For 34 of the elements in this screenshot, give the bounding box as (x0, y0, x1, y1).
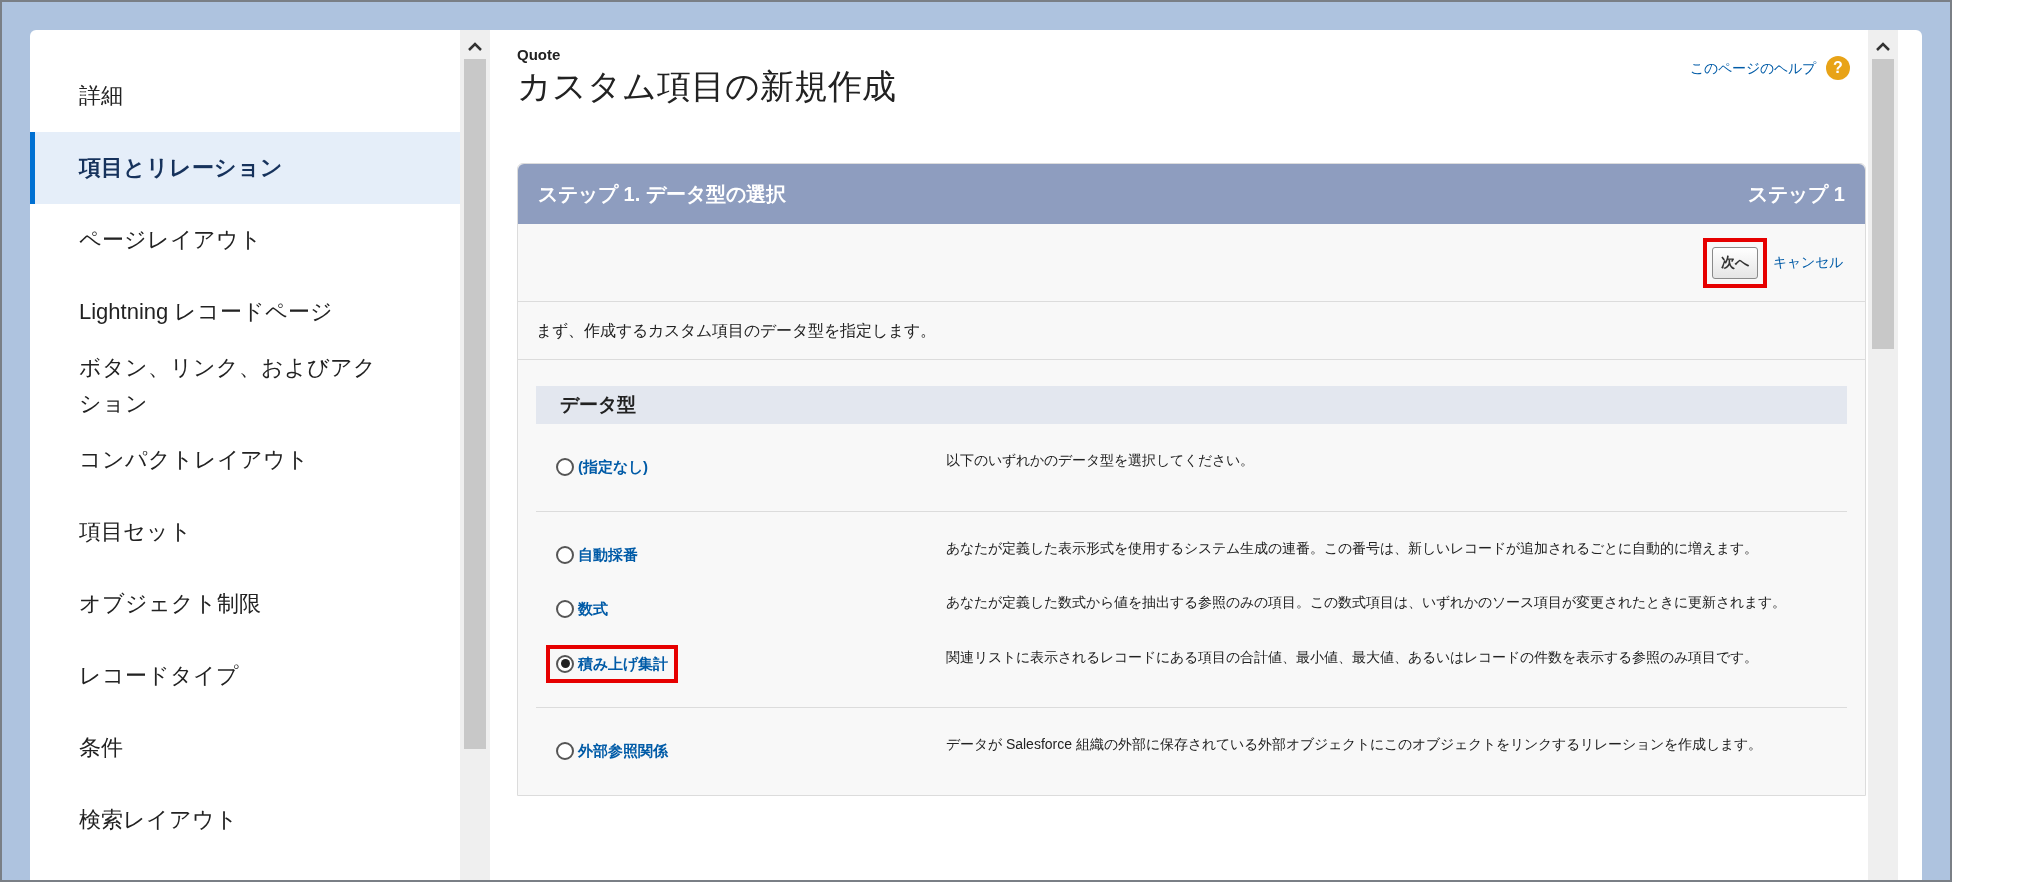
radio-option[interactable]: 積み上げ集計 (546, 644, 678, 683)
type-description: 関連リストに表示されるレコードにある項目の合計値、最小値、最大値、あるいはレコードの件数を表示する参照のみ項目です。 (946, 647, 1759, 667)
sidebar-item[interactable]: 詳細 (30, 60, 460, 132)
radio-option[interactable]: 外部参照関係 (546, 732, 678, 771)
sidebar-scrollbar[interactable] (460, 30, 490, 880)
sidebar-item[interactable]: 検索レイアウト (30, 784, 460, 856)
type-description: データが Salesforce 組織の外部に保存されている外部オブジェクトにこのオブジェクトをリンクするリレーションを作成します。 (946, 735, 1763, 754)
step-heading: ステップ 1. データ型の選択 (538, 182, 786, 207)
scroll-up-icon[interactable] (1876, 42, 1890, 51)
object-name: Quote (517, 46, 562, 64)
radio-option[interactable]: 自動採番 (546, 535, 648, 574)
sidebar-item[interactable]: ボタン、リンク、およびアクション (30, 348, 460, 424)
help-link[interactable]: このページのヘルプ (1690, 57, 1816, 79)
sidebar-item[interactable]: Lightning レコードページ (30, 276, 460, 348)
sidebar-item[interactable]: コンパクトレイアウト (30, 424, 460, 496)
step-label: ステップ 1 (1748, 182, 1845, 207)
type-description: 以下のいずれかのデータ型を選択してください。 (946, 451, 1255, 470)
sidebar-item[interactable]: 項目セット (30, 496, 460, 568)
cancel-link[interactable]: キャンセル (1773, 252, 1843, 273)
type-description: あなたが定義した数式から値を抽出する参照のみの項目。この数式項目は、いずれかのソース項目が変更されたときに更新されます。 (946, 593, 1787, 612)
sidebar-item[interactable]: ページレイアウト (30, 204, 460, 276)
sidebar-item[interactable]: オブジェクト制限 (30, 568, 460, 640)
main-scrollbar[interactable] (1868, 30, 1898, 880)
radio-option[interactable]: 数式 (546, 590, 618, 629)
page-title: カスタム項目の新規作成 (517, 66, 896, 107)
scroll-up-icon[interactable] (468, 42, 482, 51)
sidebar-item[interactable]: レコードタイプ (30, 640, 460, 712)
radio-option[interactable]: (指定なし) (546, 448, 658, 487)
section-header: データ型 (536, 386, 1847, 424)
next-button[interactable]: 次へ (1712, 246, 1758, 279)
type-description: あなたが定義した表示形式を使用するシステム生成の連番。この番号は、新しいレコードが追加されるごとに自動的に増えます。 (946, 538, 1759, 558)
sidebar-item[interactable]: 項目とリレーション (30, 132, 460, 204)
sidebar-item[interactable]: 条件 (30, 712, 460, 784)
instruction-text: まず、作成するカスタム項目のデータ型を指定します。 (518, 302, 1865, 360)
